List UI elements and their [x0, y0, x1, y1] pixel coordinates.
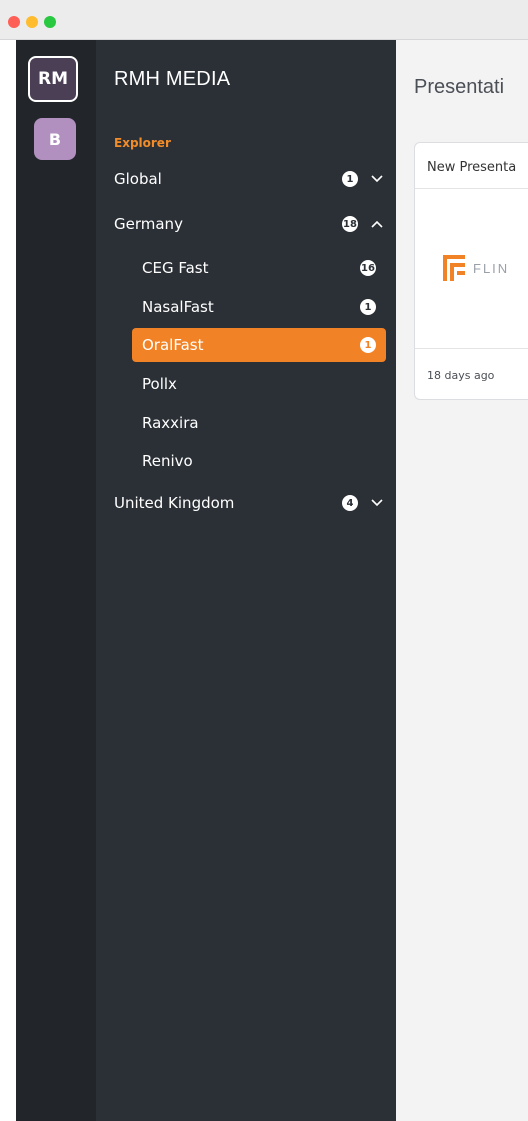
- sidebar-item-nasalfast[interactable]: NasalFast 1: [132, 290, 386, 324]
- workspace-avatar-b[interactable]: B: [34, 118, 76, 160]
- maximize-window-button[interactable]: [44, 16, 56, 28]
- card-title: New Presenta: [427, 160, 517, 175]
- sidebar-item-pollx[interactable]: Pollx: [132, 367, 386, 401]
- title-bar: [0, 0, 528, 40]
- sidebar-item-raxxira[interactable]: Raxxira: [132, 406, 386, 440]
- count-badge: 1: [360, 337, 376, 353]
- workspace-rail: RM B: [16, 40, 96, 1121]
- sidebar-item-united-kingdom[interactable]: United Kingdom 4: [114, 486, 386, 520]
- sidebar-item-renivo[interactable]: Renivo: [132, 444, 386, 478]
- sidebar-item-label: Raxxira: [142, 414, 199, 432]
- chevron-up-icon[interactable]: [368, 220, 386, 228]
- main-content: Presentati New Presenta FLIN 18 days ago: [396, 40, 528, 1121]
- sidebar-item-label: CEG Fast: [142, 259, 209, 277]
- org-title: RMH MEDIA: [114, 68, 231, 90]
- logo-wordmark: FLIN: [473, 260, 510, 276]
- close-window-button[interactable]: [8, 16, 20, 28]
- count-badge: 1: [342, 171, 358, 187]
- chevron-down-icon[interactable]: [368, 499, 386, 507]
- sidebar-item-label: Renivo: [142, 452, 193, 470]
- sidebar-item-oralfast[interactable]: OralFast 1: [132, 328, 386, 362]
- presentation-thumbnail[interactable]: FLIN: [415, 189, 528, 349]
- flinx-logo: FLIN: [443, 255, 509, 281]
- count-badge: 16: [360, 260, 376, 276]
- page-title: Presentati: [414, 76, 505, 98]
- count-badge: 18: [342, 216, 358, 232]
- card-timestamp: 18 days ago: [427, 369, 495, 382]
- flinx-logo-icon: [443, 255, 465, 281]
- chevron-down-icon[interactable]: [368, 175, 386, 183]
- count-badge: 4: [342, 495, 358, 511]
- sidebar-item-ceg-fast[interactable]: CEG Fast 16: [132, 251, 386, 285]
- minimize-window-button[interactable]: [26, 16, 38, 28]
- sidebar-item-label: Pollx: [142, 375, 177, 393]
- sidebar-item-global[interactable]: Global 1: [114, 162, 386, 196]
- presentation-card[interactable]: New Presenta FLIN 18 days ago: [414, 142, 528, 400]
- count-badge: 1: [360, 299, 376, 315]
- sidebar-item-label: United Kingdom: [114, 494, 235, 512]
- explorer-label: Explorer: [114, 136, 171, 150]
- sidebar-item-label: Global: [114, 170, 162, 188]
- sidebar-item-label: Germany: [114, 215, 183, 233]
- sidebar-item-label: OralFast: [142, 336, 204, 354]
- card-header: New Presenta: [415, 143, 528, 189]
- sidebar-item-label: NasalFast: [142, 298, 214, 316]
- sidebar-item-germany[interactable]: Germany 18: [114, 207, 386, 241]
- workspace-avatar-rm[interactable]: RM: [28, 56, 78, 102]
- sidebar: RMH MEDIA Explorer Global 1 Germany 18 C…: [96, 40, 396, 1121]
